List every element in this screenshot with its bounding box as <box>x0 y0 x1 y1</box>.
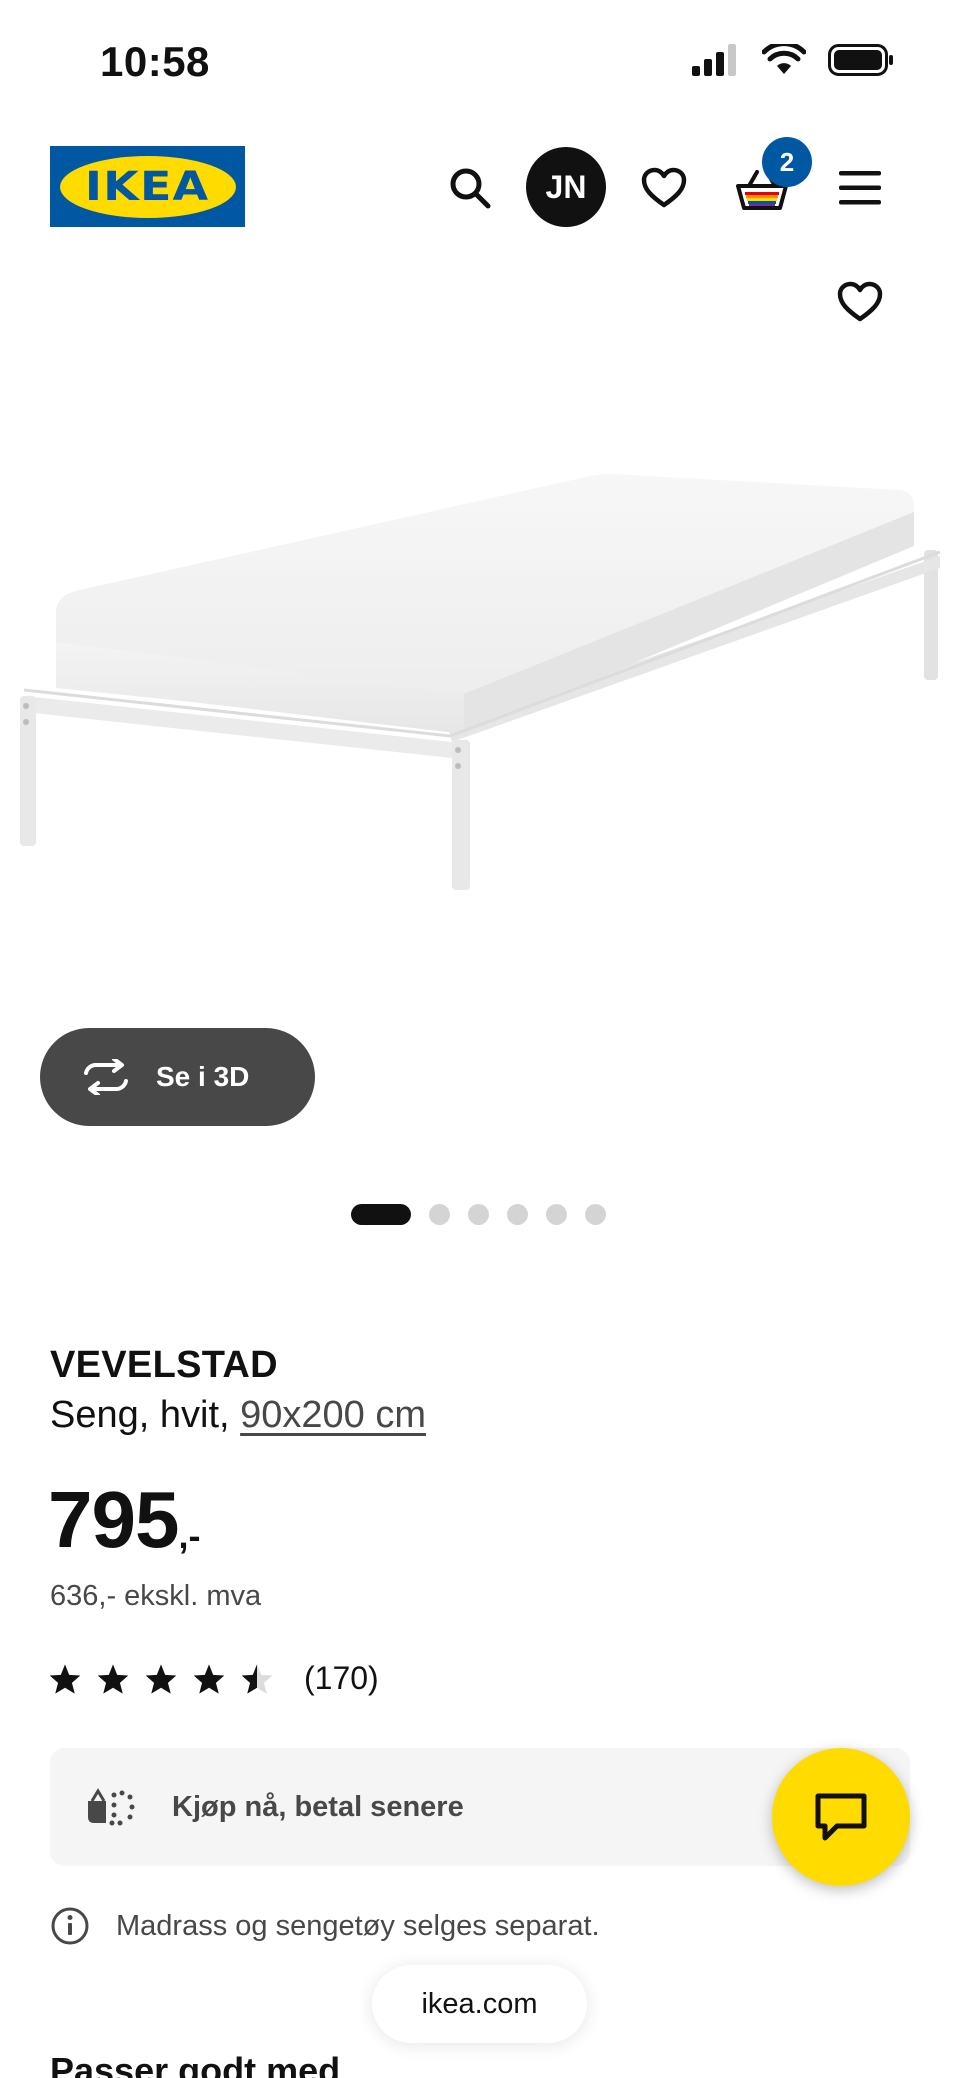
view-in-3d-button[interactable]: Se i 3D <box>40 1028 315 1126</box>
status-bar: 10:58 <box>0 0 960 120</box>
menu-icon <box>839 171 881 205</box>
pagination-dot-3[interactable] <box>468 1204 489 1225</box>
pagination-dot-1[interactable] <box>351 1204 411 1225</box>
rotate-3d-icon <box>84 1059 128 1095</box>
pagination-dot-5[interactable] <box>546 1204 567 1225</box>
pay-later-icon <box>88 1788 135 1826</box>
chat-button[interactable] <box>772 1748 910 1886</box>
cellular-signal-icon <box>692 44 736 76</box>
review-count: (170) <box>304 1660 379 1696</box>
status-icons <box>692 44 894 76</box>
wifi-icon <box>762 44 806 74</box>
star-icon <box>97 1663 129 1694</box>
bed-illustration <box>20 474 941 890</box>
price-amount: 795 <box>48 1475 179 1564</box>
search-icon <box>450 168 491 209</box>
profile-avatar[interactable]: JN <box>526 147 606 227</box>
logo-text: IKEA <box>85 163 210 210</box>
browser-url-pill[interactable]: ikea.com <box>372 1965 587 2043</box>
product-price: 795 ,- <box>48 1480 200 1560</box>
ikea-logo[interactable]: IKEA ® <box>50 146 245 227</box>
cart-count-badge: 2 <box>762 137 812 187</box>
price-suffix: ,- <box>178 1515 201 1556</box>
product-description-text: Seng, hvit, <box>50 1394 241 1436</box>
star-icon <box>193 1663 225 1694</box>
star-icon <box>145 1663 177 1694</box>
product-name: VEVELSTAD <box>50 1344 278 1386</box>
pagination-dot-2[interactable] <box>429 1204 450 1225</box>
status-time: 10:58 <box>100 38 210 85</box>
info-icon <box>51 1907 89 1945</box>
heart-icon <box>641 167 687 208</box>
star-icon <box>49 1663 81 1694</box>
battery-icon <box>828 44 893 76</box>
wishlist-button[interactable] <box>634 158 694 218</box>
half-star-icon <box>241 1663 273 1694</box>
pagination-dot-6[interactable] <box>585 1204 606 1225</box>
product-image[interactable] <box>0 250 960 1070</box>
logo-oval: IKEA <box>59 155 236 218</box>
price-excl-vat: 636,- ekskl. mva <box>50 1580 262 1612</box>
pay-later-label: Kjøp nå, betal senere <box>172 1790 464 1823</box>
product-description: Seng, hvit, 90x200 cm <box>50 1394 426 1437</box>
product-size-link[interactable]: 90x200 cm <box>240 1394 426 1436</box>
view-in-3d-label: Se i 3D <box>156 1061 250 1092</box>
search-button[interactable] <box>440 158 500 218</box>
info-note-text: Madrass og sengetøy selges separat. <box>116 1909 600 1942</box>
section-heading: Passer godt med <box>50 2050 341 2078</box>
menu-button[interactable] <box>830 158 890 218</box>
registered-mark: ® <box>231 150 239 161</box>
pagination-dot-4[interactable] <box>507 1204 528 1225</box>
chat-icon <box>815 1793 867 1841</box>
gallery-pagination <box>351 1204 606 1225</box>
product-rating[interactable]: (170) <box>48 1660 379 1697</box>
info-note: Madrass og sengetøy selges separat. <box>50 1906 600 1946</box>
